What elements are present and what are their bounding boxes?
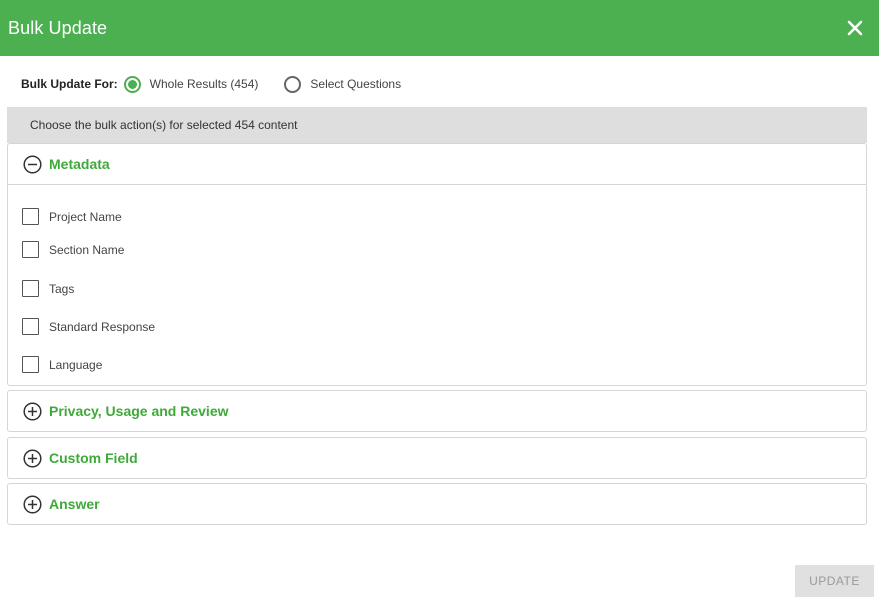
section-title: Custom Field bbox=[49, 450, 138, 466]
radio-button[interactable] bbox=[123, 75, 141, 93]
selection-banner: Choose the bulk action(s) for selected 4… bbox=[7, 107, 867, 143]
plus-circle-icon[interactable] bbox=[23, 401, 42, 421]
option-project-name[interactable]: Project Name bbox=[22, 208, 122, 225]
section-header-answer[interactable]: Answer bbox=[8, 484, 866, 524]
radio-label: Select Questions bbox=[310, 77, 402, 91]
checkbox[interactable] bbox=[22, 280, 39, 297]
dialog-title: Bulk Update bbox=[8, 17, 108, 38]
update-button[interactable]: UPDATE bbox=[795, 565, 874, 597]
close-icon[interactable] bbox=[845, 18, 865, 38]
section-privacy-usage-review: Privacy, Usage and Review bbox=[7, 390, 867, 432]
section-title: Metadata bbox=[49, 156, 110, 172]
radio-whole-results[interactable]: Whole Results (454) bbox=[123, 75, 259, 93]
checkbox[interactable] bbox=[22, 318, 39, 335]
radio-button[interactable] bbox=[284, 75, 302, 93]
checkbox-label: Standard Response bbox=[49, 319, 156, 334]
section-header-privacy-usage-review[interactable]: Privacy, Usage and Review bbox=[8, 391, 866, 431]
checkbox[interactable] bbox=[22, 208, 39, 225]
section-body-metadata: Project Name Section Name Tags Standard … bbox=[8, 184, 866, 385]
section-header-custom-field[interactable]: Custom Field bbox=[8, 438, 866, 478]
section-answer: Answer bbox=[7, 483, 867, 525]
option-standard-response[interactable]: Standard Response bbox=[22, 318, 155, 335]
option-section-name[interactable]: Section Name bbox=[22, 241, 124, 258]
scope-label: Bulk Update For: bbox=[21, 77, 118, 91]
checkbox-label: Tags bbox=[49, 281, 75, 296]
checkbox-label: Project Name bbox=[49, 209, 122, 224]
section-title: Privacy, Usage and Review bbox=[49, 403, 229, 419]
radio-select-questions[interactable]: Select Questions bbox=[284, 75, 402, 93]
section-title: Answer bbox=[49, 496, 100, 512]
checkbox-label: Section Name bbox=[49, 242, 125, 257]
radio-label: Whole Results (454) bbox=[149, 77, 259, 91]
plus-circle-icon[interactable] bbox=[23, 448, 42, 468]
banner-text: Choose the bulk action(s) for selected 4… bbox=[30, 118, 298, 132]
bulk-update-scope: Bulk Update For: Whole Results (454) Sel… bbox=[21, 72, 401, 96]
option-language[interactable]: Language bbox=[22, 356, 102, 373]
checkbox-label: Language bbox=[49, 357, 103, 372]
minus-circle-icon[interactable] bbox=[23, 154, 42, 174]
checkbox[interactable] bbox=[22, 356, 39, 373]
option-tags[interactable]: Tags bbox=[22, 280, 74, 297]
checkbox[interactable] bbox=[22, 241, 39, 258]
section-custom-field: Custom Field bbox=[7, 437, 867, 479]
section-header-metadata[interactable]: Metadata bbox=[8, 144, 866, 184]
plus-circle-icon[interactable] bbox=[23, 494, 42, 514]
dialog-header: Bulk Update bbox=[0, 0, 879, 56]
section-metadata: Metadata Project Name Section Name Tags … bbox=[7, 143, 867, 386]
